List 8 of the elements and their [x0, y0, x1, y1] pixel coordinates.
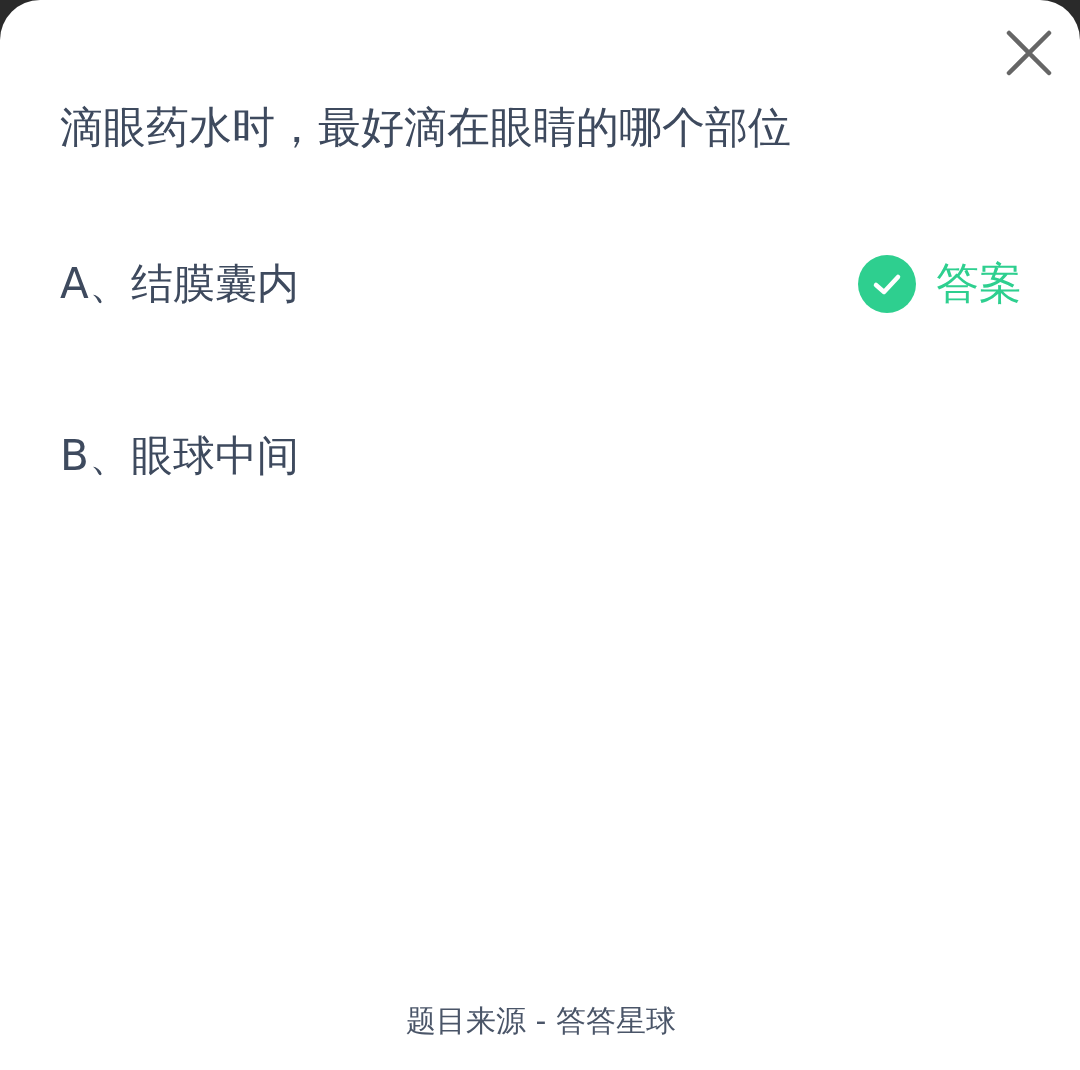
answer-option[interactable]: A、结膜囊内	[60, 256, 299, 312]
close-button[interactable]	[1004, 28, 1054, 78]
question-text: 滴眼药水时，最好滴在眼睛的哪个部位	[60, 101, 792, 154]
answer-option[interactable]: B、眼球中间	[60, 428, 299, 484]
answer-label: 答案	[936, 257, 1022, 310]
source-text: 题目来源 - 答答星球	[405, 1002, 677, 1040]
close-icon	[1004, 28, 1054, 78]
check-icon	[858, 255, 916, 313]
